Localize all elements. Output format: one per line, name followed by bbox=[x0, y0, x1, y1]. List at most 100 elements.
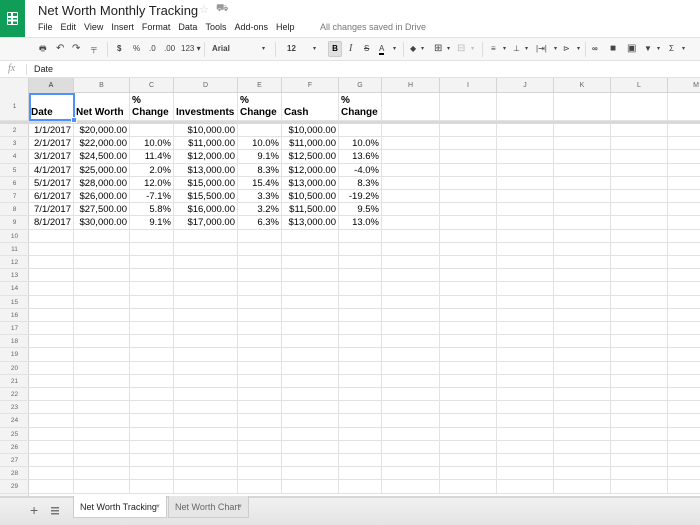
empty-cell[interactable] bbox=[554, 322, 611, 336]
empty-cell[interactable] bbox=[174, 229, 238, 243]
empty-cell[interactable] bbox=[668, 137, 700, 151]
empty-cell[interactable] bbox=[554, 480, 611, 494]
empty-cell[interactable] bbox=[74, 361, 130, 375]
empty-cell[interactable] bbox=[174, 427, 238, 441]
empty-cell[interactable] bbox=[668, 309, 700, 322]
empty-cell[interactable] bbox=[611, 93, 668, 121]
column-header-i[interactable]: I bbox=[440, 78, 497, 93]
empty-cell[interactable] bbox=[130, 282, 174, 296]
empty-cell[interactable] bbox=[174, 269, 238, 283]
empty-cell[interactable] bbox=[339, 480, 382, 494]
empty-cell[interactable] bbox=[130, 335, 174, 349]
data-cell[interactable]: 8/1/2017 bbox=[29, 216, 74, 230]
empty-cell[interactable] bbox=[238, 401, 282, 415]
empty-cell[interactable] bbox=[497, 256, 554, 270]
add-sheet-button[interactable]: + bbox=[30, 502, 38, 518]
menu-format[interactable]: Format bbox=[142, 22, 171, 32]
data-cell[interactable]: 2.0% bbox=[130, 163, 174, 177]
empty-cell[interactable] bbox=[339, 229, 382, 243]
empty-cell[interactable] bbox=[440, 216, 497, 230]
row-header-22[interactable]: 22 bbox=[0, 388, 29, 402]
column-header-j[interactable]: J bbox=[497, 78, 554, 93]
data-cell[interactable]: 3.3% bbox=[238, 190, 282, 204]
empty-cell[interactable] bbox=[668, 216, 700, 230]
empty-cell[interactable] bbox=[611, 203, 668, 217]
data-cell[interactable]: $13,000.00 bbox=[282, 176, 339, 190]
empty-cell[interactable] bbox=[282, 440, 339, 454]
empty-cell[interactable] bbox=[611, 454, 668, 468]
empty-cell[interactable] bbox=[339, 440, 382, 454]
empty-cell[interactable] bbox=[74, 269, 130, 283]
empty-cell[interactable] bbox=[668, 335, 700, 349]
empty-cell[interactable] bbox=[174, 348, 238, 362]
empty-cell[interactable] bbox=[668, 428, 700, 441]
data-cell[interactable]: 9.1% bbox=[238, 150, 282, 164]
column-header-e[interactable]: E bbox=[238, 78, 282, 93]
empty-cell[interactable] bbox=[74, 427, 130, 441]
empty-cell[interactable] bbox=[382, 163, 440, 177]
text-wrap-icon[interactable]: |⇥| bbox=[536, 43, 547, 55]
empty-cell[interactable] bbox=[238, 256, 282, 270]
column-header-g[interactable]: G bbox=[339, 78, 382, 93]
empty-cell[interactable] bbox=[29, 282, 74, 296]
empty-cell[interactable] bbox=[554, 137, 611, 151]
empty-cell[interactable] bbox=[611, 295, 668, 309]
empty-cell[interactable] bbox=[611, 190, 668, 204]
empty-cell[interactable] bbox=[440, 295, 497, 309]
empty-cell[interactable] bbox=[29, 322, 74, 336]
empty-cell[interactable] bbox=[611, 124, 668, 138]
empty-cell[interactable] bbox=[238, 229, 282, 243]
empty-cell[interactable] bbox=[382, 269, 440, 283]
empty-cell[interactable] bbox=[611, 137, 668, 151]
row-header-6[interactable]: 6 bbox=[0, 177, 29, 190]
empty-cell[interactable] bbox=[130, 388, 174, 402]
empty-cell[interactable] bbox=[74, 348, 130, 362]
row-header-27[interactable]: 27 bbox=[0, 454, 29, 468]
empty-cell[interactable] bbox=[440, 361, 497, 375]
empty-cell[interactable] bbox=[611, 388, 668, 402]
empty-cell[interactable] bbox=[282, 454, 339, 468]
empty-cell[interactable] bbox=[668, 190, 700, 204]
empty-cell[interactable] bbox=[440, 467, 497, 481]
empty-cell[interactable] bbox=[282, 361, 339, 375]
empty-cell[interactable] bbox=[29, 440, 74, 454]
filter-icon[interactable]: ▼ bbox=[644, 43, 652, 55]
empty-cell[interactable] bbox=[497, 440, 554, 454]
empty-cell[interactable] bbox=[554, 361, 611, 375]
empty-cell[interactable] bbox=[130, 269, 174, 283]
data-cell[interactable]: 8.3% bbox=[339, 176, 382, 190]
empty-cell[interactable] bbox=[554, 242, 611, 256]
empty-cell[interactable] bbox=[282, 480, 339, 494]
increase-decimal-button[interactable]: .00 bbox=[164, 43, 175, 55]
empty-cell[interactable] bbox=[282, 414, 339, 428]
empty-cell[interactable] bbox=[668, 230, 700, 243]
empty-cell[interactable] bbox=[74, 242, 130, 256]
empty-cell[interactable] bbox=[440, 348, 497, 362]
empty-cell[interactable] bbox=[282, 242, 339, 256]
vertical-align-icon[interactable]: ⊥ bbox=[513, 43, 520, 55]
empty-cell[interactable] bbox=[238, 308, 282, 322]
row-header-12[interactable]: 12 bbox=[0, 256, 29, 270]
data-cell[interactable]: $13,000.00 bbox=[174, 163, 238, 177]
empty-cell[interactable] bbox=[668, 362, 700, 375]
empty-cell[interactable] bbox=[29, 308, 74, 322]
empty-cell[interactable] bbox=[497, 335, 554, 349]
redo-icon[interactable]: ↷ bbox=[72, 43, 80, 55]
empty-cell[interactable] bbox=[29, 229, 74, 243]
empty-cell[interactable] bbox=[238, 388, 282, 402]
empty-cell[interactable] bbox=[611, 256, 668, 270]
row-header-21[interactable]: 21 bbox=[0, 375, 29, 388]
data-cell[interactable]: 3/1/2017 bbox=[29, 150, 74, 164]
data-cell[interactable]: $26,000.00 bbox=[74, 190, 130, 204]
row-header-13[interactable]: 13 bbox=[0, 269, 29, 283]
empty-cell[interactable] bbox=[382, 229, 440, 243]
data-cell[interactable]: $16,000.00 bbox=[174, 203, 238, 217]
empty-cell[interactable] bbox=[174, 414, 238, 428]
empty-cell[interactable] bbox=[440, 401, 497, 415]
data-cell[interactable]: $22,000.00 bbox=[74, 137, 130, 151]
all-sheets-icon[interactable] bbox=[51, 507, 59, 515]
data-cell[interactable]: $12,000.00 bbox=[282, 163, 339, 177]
empty-cell[interactable] bbox=[611, 348, 668, 362]
empty-cell[interactable] bbox=[130, 256, 174, 270]
empty-cell[interactable] bbox=[554, 203, 611, 217]
